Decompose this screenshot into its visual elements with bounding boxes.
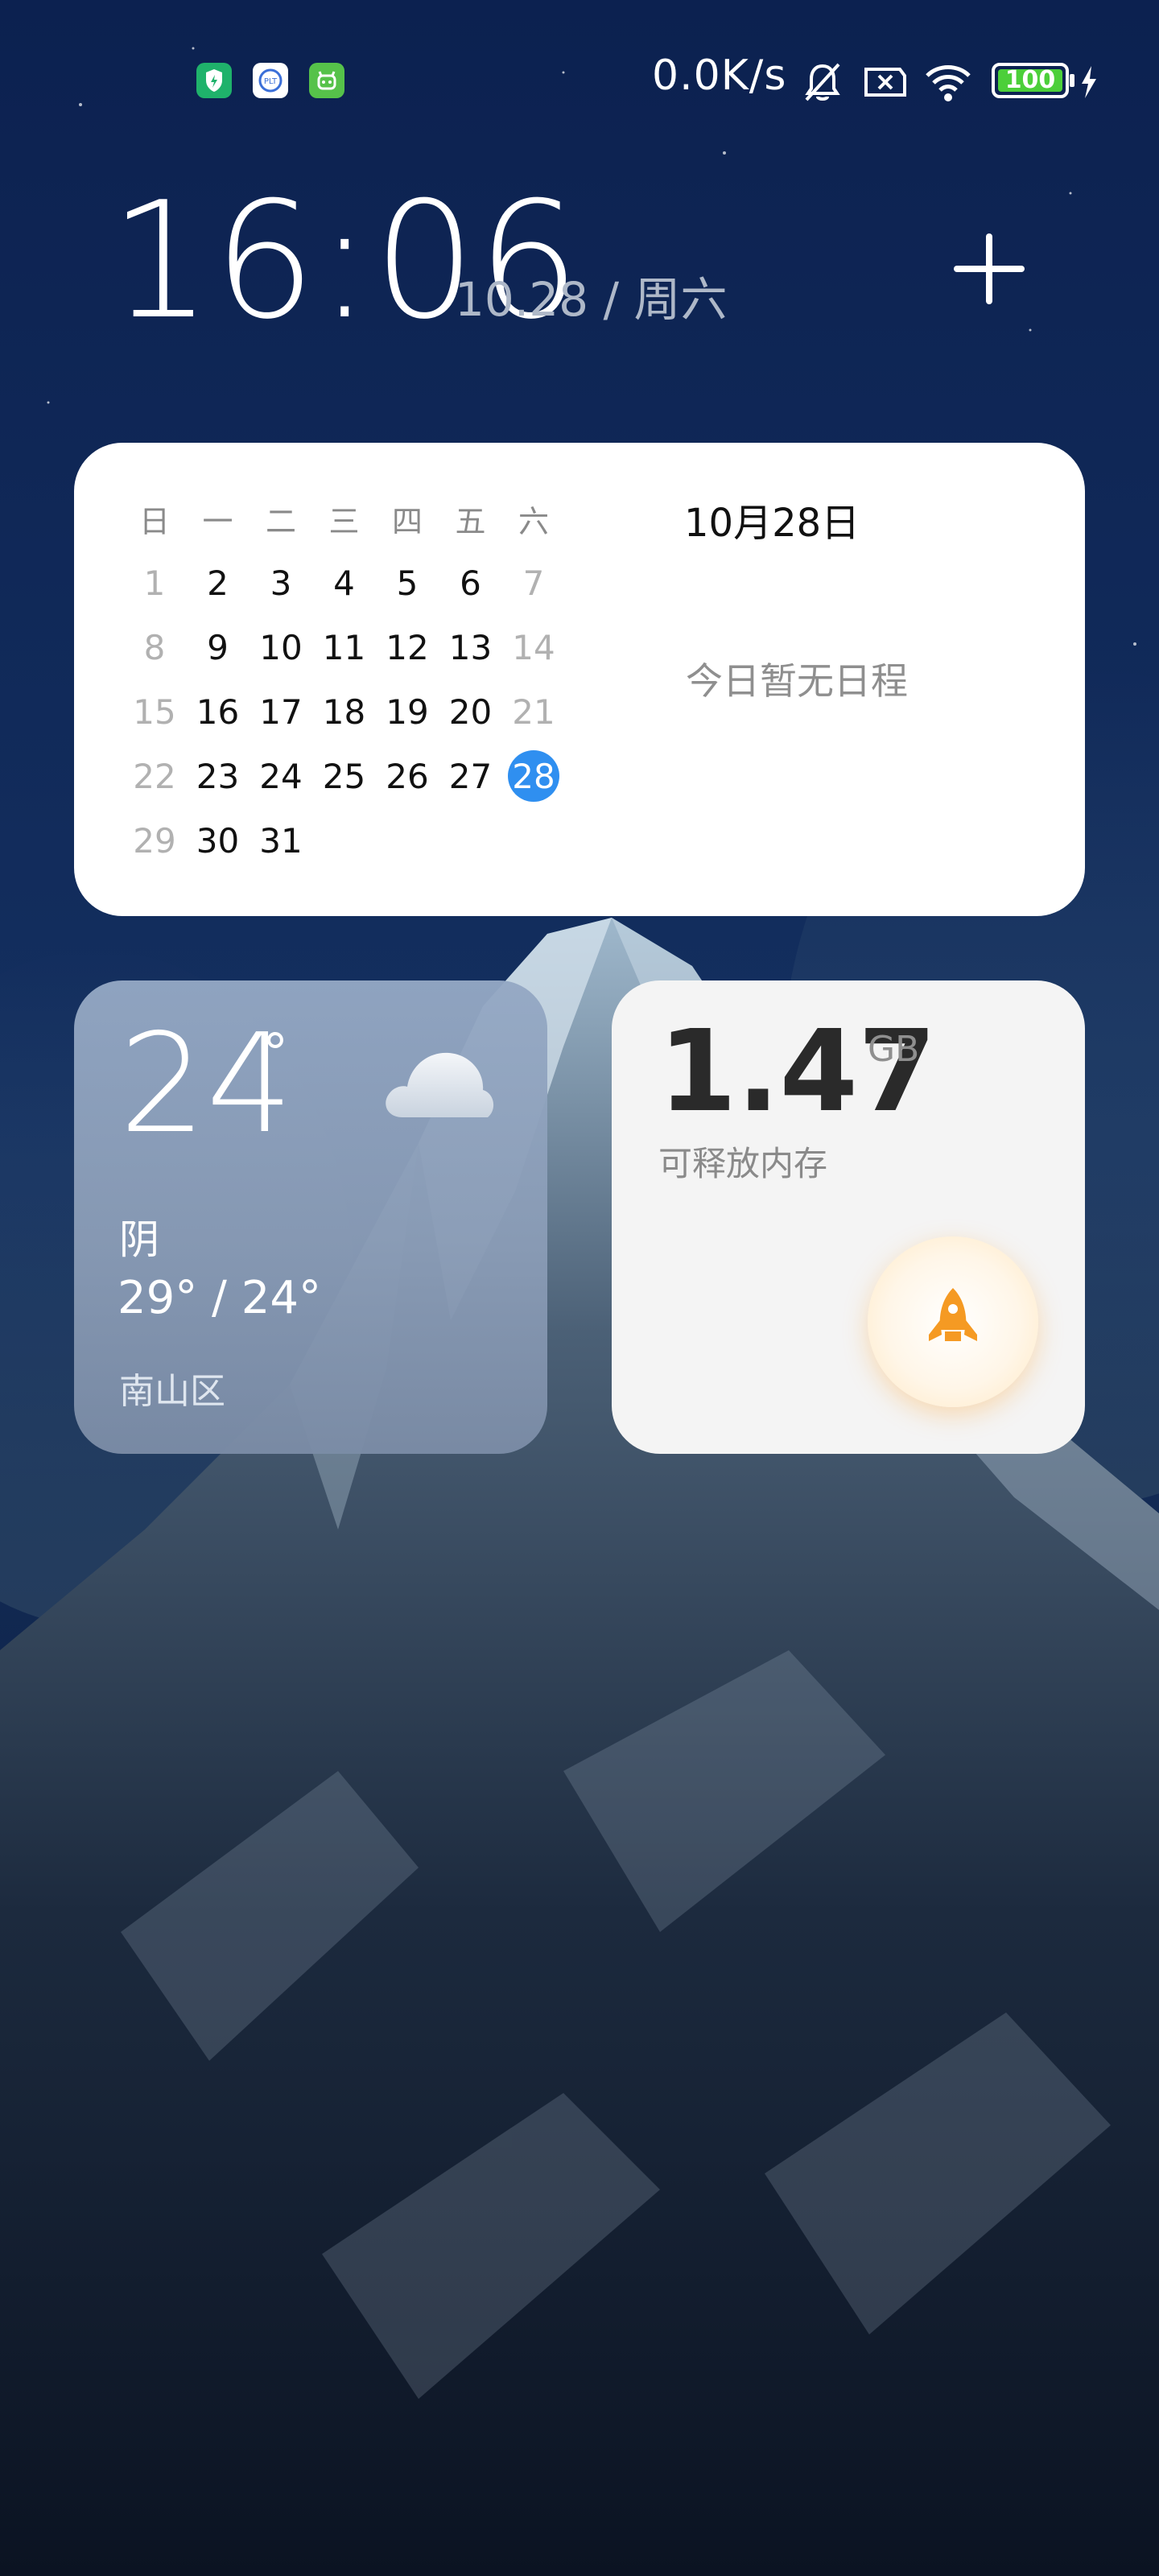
calendar-day[interactable]: 15 (122, 683, 187, 741)
calendar-day[interactable]: 27 (439, 747, 503, 805)
weekday-header: 五 (455, 503, 486, 539)
calendar-day[interactable]: 4 (312, 554, 377, 612)
calendar-day[interactable]: 3 (249, 554, 313, 612)
charging-bolt-icon (1082, 66, 1096, 98)
calendar-day[interactable]: 16 (186, 683, 250, 741)
weather-degree-symbol: ° (262, 1024, 288, 1084)
rocket-icon (929, 1288, 977, 1341)
calendar-day[interactable]: 12 (375, 618, 439, 676)
network-speed: 0.0K/s (652, 52, 787, 100)
add-widget-button[interactable] (954, 233, 1025, 304)
calendar-day[interactable]: 26 (375, 747, 439, 805)
calendar-day[interactable]: 14 (501, 618, 566, 676)
calendar-day[interactable]: 7 (501, 554, 566, 612)
status-bar: PLT 0.0K/s 100 (0, 0, 1159, 161)
memory-unit: GB (868, 1029, 920, 1070)
weekday-header: 一 (202, 503, 233, 539)
battery-level: 100 (1004, 66, 1056, 94)
calendar-day[interactable]: 9 (186, 618, 250, 676)
calendar-day[interactable]: 2 (186, 554, 250, 612)
calendar-day[interactable]: 25 (312, 747, 377, 805)
boost-button[interactable] (868, 1236, 1038, 1407)
cloud-icon (386, 1052, 494, 1117)
calendar-day[interactable]: 19 (375, 683, 439, 741)
battery-icon: 100 (992, 63, 1074, 98)
calendar-day[interactable]: 5 (375, 554, 439, 612)
no-events-text: 今日暂无日程 (686, 659, 908, 703)
calendar-day[interactable]: 21 (501, 683, 566, 741)
robot-app-icon (309, 63, 344, 98)
memory-label: 可释放内存 (658, 1144, 828, 1183)
mute-bell-icon (805, 63, 840, 101)
calendar-day[interactable]: 11 (312, 618, 377, 676)
shield-bolt-icon (196, 63, 232, 98)
weather-condition: 阴 (119, 1216, 159, 1263)
weekday-header: 四 (391, 503, 423, 539)
calendar-day[interactable]: 29 (122, 811, 187, 869)
calendar-day[interactable]: 10 (249, 618, 313, 676)
svg-text:PLT: PLT (264, 77, 278, 86)
plt-app-icon: PLT (253, 63, 288, 98)
calendar-day[interactable]: 20 (439, 683, 503, 741)
calendar-day[interactable]: 30 (186, 811, 250, 869)
weekday-header: 三 (328, 503, 360, 539)
no-sim-icon (864, 68, 906, 97)
calendar-day[interactable]: 31 (249, 811, 313, 869)
calendar-day[interactable]: 22 (122, 747, 187, 805)
clock-date: 10.28 / 周六 (455, 272, 728, 327)
weekday-header: 日 (138, 503, 170, 539)
weekday-header: 六 (518, 503, 549, 539)
calendar-day[interactable]: 1 (122, 554, 187, 612)
weekday-header: 二 (265, 503, 296, 539)
weather-location: 南山区 (119, 1371, 225, 1412)
wifi-icon (926, 65, 971, 101)
calendar-day[interactable]: 24 (249, 747, 313, 805)
calendar-day[interactable]: 13 (439, 618, 503, 676)
calendar-day[interactable]: 8 (122, 618, 187, 676)
calendar-day[interactable]: 6 (439, 554, 503, 612)
calendar-day[interactable]: 18 (312, 683, 377, 741)
calendar-day-today[interactable]: 28 (501, 747, 566, 805)
weather-temp-range: 29° / 24° (118, 1272, 321, 1324)
calendar-day[interactable]: 17 (249, 683, 313, 741)
calendar-date-title: 10月28日 (684, 501, 860, 546)
calendar-day[interactable]: 23 (186, 747, 250, 805)
